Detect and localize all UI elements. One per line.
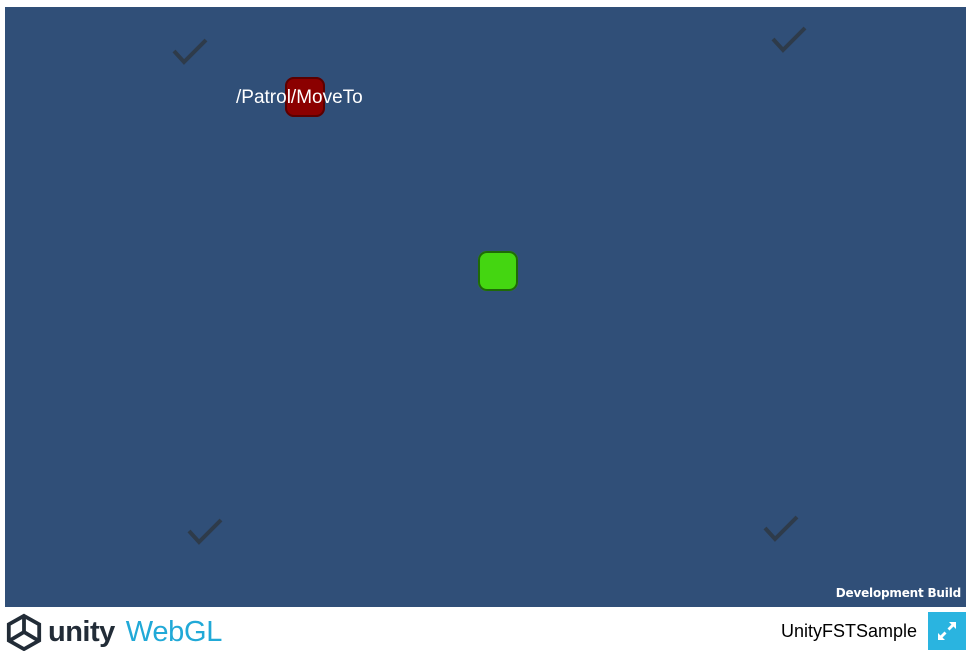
development-build-label: Development Build (835, 586, 961, 600)
unity-logo-text: unity (48, 615, 115, 648)
state-machine-label: /Patrol/MoveTo (236, 87, 363, 108)
game-canvas[interactable]: /Patrol/MoveTo Development Build (5, 7, 966, 607)
build-title: UnityFSTSample (780, 621, 917, 641)
unity-webgl-container: /Patrol/MoveTo Development Build unity W… (0, 0, 971, 659)
waypoint-checkmark-icon (186, 517, 224, 547)
unity-logo-icon (6, 613, 42, 651)
footer: unity WebGL UnityFSTSample (0, 607, 971, 659)
player-agent (478, 251, 518, 291)
expand-icon (938, 622, 956, 640)
webgl-logo-text: WebGL (125, 615, 223, 648)
waypoint-checkmark-icon (171, 37, 209, 67)
waypoint-checkmark-icon (762, 514, 800, 544)
fullscreen-button[interactable] (928, 612, 966, 650)
unity-webgl-logo: unity WebGL (5, 612, 222, 652)
waypoint-checkmark-icon (770, 25, 808, 55)
